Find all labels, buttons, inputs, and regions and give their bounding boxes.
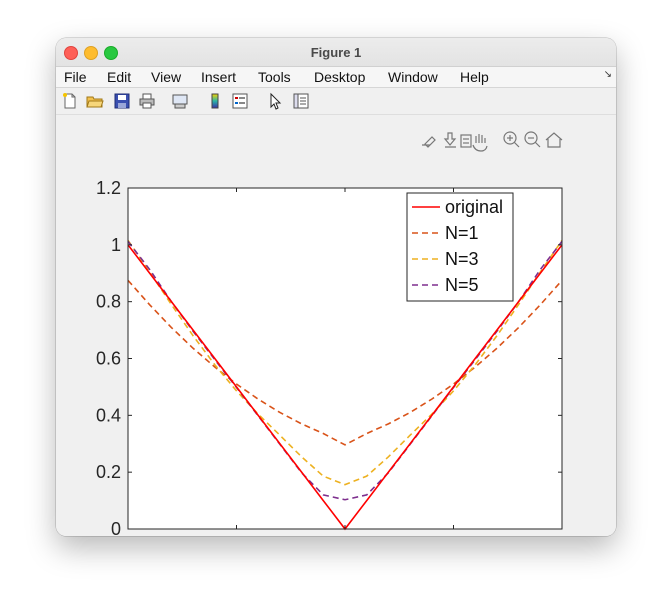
menu-desktop[interactable]: Desktop	[314, 69, 365, 85]
axes-toolbar	[422, 131, 563, 152]
open-file-icon[interactable]	[86, 92, 104, 110]
save-icon[interactable]	[113, 92, 131, 110]
title-bar: Figure 1	[56, 38, 616, 67]
menu-edit[interactable]: Edit	[107, 69, 131, 85]
window-title: Figure 1	[310, 45, 362, 60]
pointer-icon[interactable]	[266, 92, 284, 110]
y-tick-label: 0.8	[96, 292, 121, 312]
menu-window[interactable]: Window	[388, 69, 438, 85]
y-tick-label: 0.4	[96, 405, 121, 425]
y-tick-label: 0.6	[96, 349, 121, 369]
link-icon[interactable]	[171, 92, 189, 110]
restore-icon[interactable]	[460, 134, 472, 148]
legend-icon[interactable]	[231, 92, 249, 110]
y-tick-label: 1.2	[96, 178, 121, 198]
colorbar-icon[interactable]	[206, 92, 224, 110]
home-icon[interactable]	[545, 132, 563, 148]
pan-icon[interactable]	[472, 134, 488, 152]
y-tick-label: 0	[111, 519, 121, 536]
legend-label: N=3	[445, 249, 479, 269]
data-tips-icon[interactable]	[443, 132, 457, 148]
menu-help[interactable]: Help	[460, 69, 489, 85]
legend[interactable]: original N=1 N=3 N=5	[406, 192, 514, 302]
legend-label: N=1	[445, 223, 479, 243]
zoom-out-icon[interactable]	[524, 131, 541, 148]
brush-icon[interactable]	[422, 136, 436, 148]
figure-canvas: -1-0.500.5100.20.40.60.811.2 originalN=1…	[56, 115, 616, 536]
menubar-expand-icon[interactable]: ↘	[604, 69, 612, 80]
menu-tools[interactable]: Tools	[258, 69, 291, 85]
menu-file[interactable]: File	[64, 69, 87, 85]
legend-label: N=5	[445, 275, 479, 295]
y-tick-label: 1	[111, 235, 121, 255]
menu-view[interactable]: View	[151, 69, 181, 85]
figure-window: Figure 1 File Edit View Insert Tools Des…	[56, 38, 616, 536]
legend-label: original	[445, 197, 503, 217]
menu-bar: File Edit View Insert Tools Desktop Wind…	[56, 67, 616, 88]
new-figure-icon[interactable]	[61, 92, 79, 110]
zoom-in-icon[interactable]	[503, 131, 520, 148]
chart-svg: -1-0.500.5100.20.40.60.811.2 originalN=1…	[96, 131, 563, 536]
property-inspector-icon[interactable]	[292, 92, 310, 110]
figure-toolbar	[56, 88, 616, 115]
print-icon[interactable]	[138, 92, 156, 110]
menu-insert[interactable]: Insert	[201, 69, 236, 85]
y-tick-label: 0.2	[96, 462, 121, 482]
